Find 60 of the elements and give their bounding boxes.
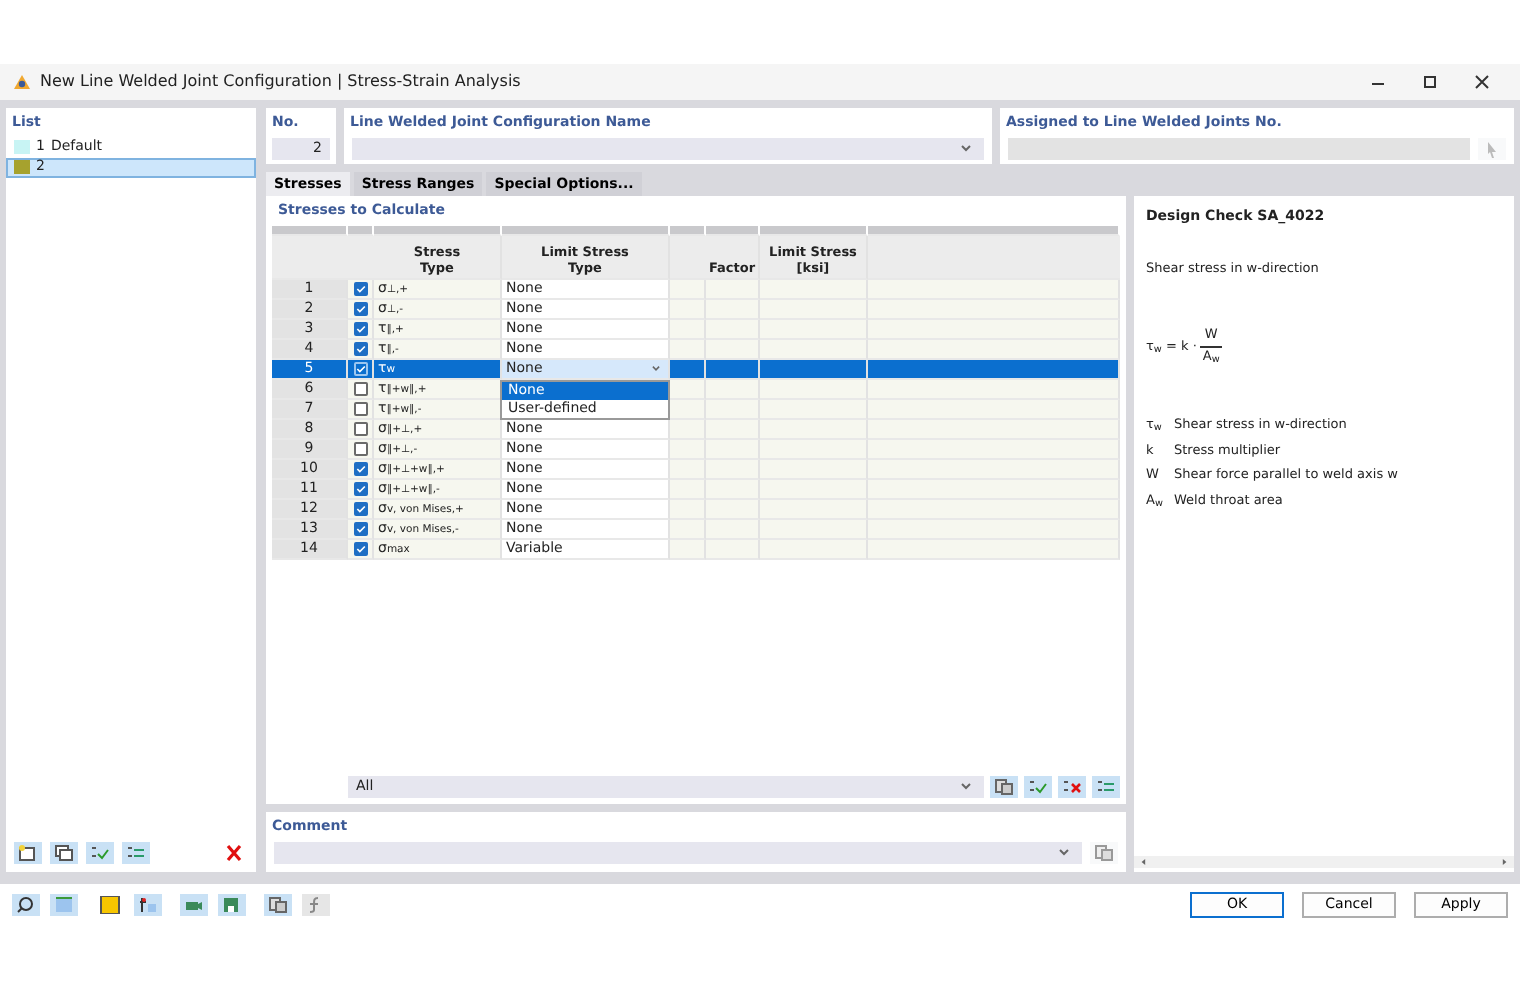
toggle-check-button[interactable] [122,842,150,864]
copy-icon [1094,843,1114,861]
copy-button[interactable] [264,893,292,915]
toggle-check-button[interactable] [1092,775,1120,797]
copy-item-button[interactable] [50,842,78,864]
checkbox[interactable] [353,481,367,495]
formula-button[interactable] [302,893,330,915]
check-all-button[interactable] [1024,775,1052,797]
cursor-icon [1482,139,1502,157]
close-icon [1472,73,1492,91]
uncheck-list-icon [1062,777,1082,795]
copy-window-icon [54,844,74,862]
check-list-icon [90,844,110,862]
checkbox[interactable] [353,321,367,335]
model-icon [138,895,158,913]
copy-icon [994,777,1014,795]
checkbox[interactable] [353,361,367,375]
search-button[interactable] [12,893,40,915]
save-button[interactable] [218,893,246,915]
checkbox[interactable] [353,441,367,455]
select-button[interactable] [990,775,1018,797]
scroll-right-icon [1498,856,1510,868]
view-button[interactable] [180,893,208,915]
checkbox[interactable] [353,301,367,315]
checkbox[interactable] [353,501,367,515]
window-title: New Line Welded Joint Configuration | Stress-Strain Analysis [40,70,523,94]
number-grid-icon [54,895,74,913]
checkbox[interactable] [353,341,367,355]
copy-icon [268,895,288,913]
uncheck-all-button[interactable] [1058,775,1086,797]
scroll-left-icon [1138,856,1150,868]
new-item-button[interactable] [14,842,42,864]
checkbox[interactable] [353,541,367,555]
checkbox[interactable] [353,521,367,535]
caret-icon [648,361,664,375]
checkbox[interactable] [353,401,367,415]
checkbox[interactable] [353,421,367,435]
check-swap-icon [1096,777,1116,795]
checkbox[interactable] [353,461,367,475]
assigned-field[interactable] [1008,137,1470,159]
search-icon [16,895,36,913]
color-button[interactable] [96,893,124,915]
comment-field[interactable] [274,841,1082,863]
maximize-icon [1420,73,1440,91]
check-all-button[interactable] [86,842,114,864]
check-list-icon [1028,777,1048,795]
checkbox[interactable] [353,281,367,295]
checkbox[interactable] [353,381,367,395]
app-icon [12,72,32,92]
caret-icon [956,139,976,157]
caret-icon [1054,843,1074,861]
delete-icon [224,844,244,862]
display-button[interactable] [134,893,162,915]
caret-icon [956,777,976,795]
save-icon [222,895,242,913]
units-button[interactable] [50,893,78,915]
horizontal-scrollbar[interactable] [1134,856,1514,868]
check-swap-icon [126,844,146,862]
comment-copy-button[interactable] [1090,841,1118,863]
new-window-icon [18,844,38,862]
